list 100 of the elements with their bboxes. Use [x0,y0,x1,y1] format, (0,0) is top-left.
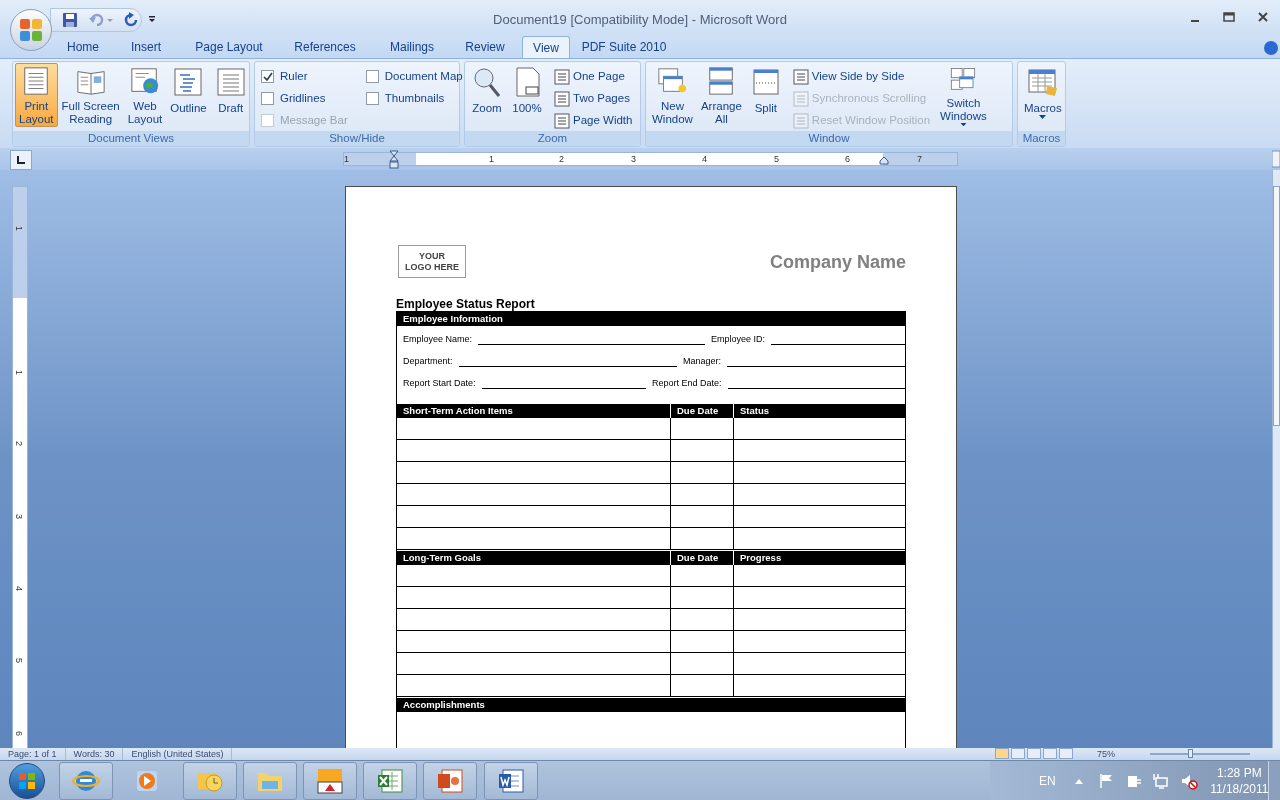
ribbon-button[interactable]: Macros [1020,63,1066,127]
column-header: Due Date [670,551,733,565]
company-name: Company Name [769,251,906,274]
page-icon [554,68,570,85]
checkmark-icon [262,71,273,82]
save-button[interactable] [61,11,79,29]
ruler-number: 5 [14,658,23,663]
help-icon[interactable] [1264,41,1278,55]
field-label: Report Start Date: [403,376,476,390]
ribbon-tab[interactable]: Home [58,36,108,58]
ribbon-tab[interactable]: References [282,36,368,58]
ruler-number: 6 [14,731,23,736]
page-icon [792,112,809,129]
muted-speaker-icon [1179,772,1198,790]
tab-stop-icon [16,155,26,165]
checkbox[interactable]: Thumbnails [365,89,463,108]
view-button[interactable] [1027,748,1041,759]
checkbox[interactable]: Document Map [365,67,463,86]
zoom-level: 75% [1097,748,1115,760]
taskbar-button[interactable] [363,762,417,800]
ribbon-tab[interactable]: Mailings [376,36,448,58]
redo-icon [124,12,140,28]
ruler-number: 1 [489,153,494,165]
taskbar-button[interactable] [423,762,477,800]
ruler-number: 4 [702,153,707,165]
column-header: Long-Term Goals [402,551,482,565]
vertical-scrollbar[interactable] [1272,170,1280,748]
ruler-number: 1 [344,153,349,165]
ribbon-button[interactable]: Draft [210,63,251,127]
view-button[interactable] [1011,748,1025,759]
view-button[interactable] [1059,748,1073,759]
group-label: Zoom [465,131,640,146]
close-icon [1258,12,1268,22]
view-button[interactable] [995,748,1009,759]
column-header: Status [733,404,905,418]
ribbon-tab[interactable]: PDF Suite 2010 [578,36,670,58]
ruler-number: 3 [631,153,636,165]
group-label: Window [646,131,1012,146]
minimize-icon [1191,20,1199,22]
ribbon-button[interactable]: Print Layout [15,63,58,127]
field-label: Employee ID: [711,332,766,346]
ribbon-button[interactable]: Web Layout [123,63,167,127]
scroll-split-icon [1272,149,1280,169]
show-desktop-button[interactable] [1268,761,1280,800]
ribbon-button[interactable]: Two Pages [554,89,633,108]
taskbar-button[interactable] [484,762,538,800]
ribbon-tab[interactable]: Insert [116,36,176,58]
ribbon-tab[interactable]: Page Layout [184,36,274,58]
ribbon-button[interactable]: One Page [554,67,633,86]
checkbox[interactable]: Ruler [261,67,348,86]
slider-thumb[interactable] [1188,749,1193,758]
ribbon-button[interactable]: Arrange All [696,63,746,127]
ruler-number: 1 [14,226,23,231]
checkbox[interactable]: Gridlines [261,89,348,108]
table-icon [1026,66,1059,98]
ruler-number: 2 [559,153,564,165]
page-icon [554,112,570,129]
page-icon [214,66,247,98]
undo-icon [88,12,114,28]
office-button[interactable] [10,9,52,51]
ribbon-button[interactable]: New Window [648,63,697,127]
ribbon-button[interactable]: 100% [507,63,547,127]
ribbon-button: Reset Window Position [792,111,931,130]
scroll-thumb[interactable] [1273,186,1280,426]
maximize-icon [1223,12,1235,22]
windows-flag-icon [18,772,36,790]
ribbon-button[interactable]: Page Width [554,111,633,130]
ribbon-button[interactable]: View Side by Side [792,67,931,86]
checkbox: Message Bar [261,111,348,130]
section-header: Accomplishments [397,698,905,712]
ribbon-button[interactable]: Zoom [467,63,507,127]
caret-icon [148,15,156,23]
ruler-number: 5 [774,153,779,165]
tab-selector-button[interactable] [10,150,32,170]
section-header: Employee Information [397,312,905,326]
field-label: Manager: [683,354,722,368]
view-button[interactable] [1043,748,1057,759]
ribbon-button[interactable]: Outline [166,63,211,127]
page-icon [792,68,809,85]
ruler-number: 1 [14,370,23,375]
presentation-icon [436,767,464,795]
network-icon [1152,772,1171,790]
ribbon-button[interactable]: Full Screen Reading [57,63,124,127]
column-header: Short-Term Action Items [402,404,514,418]
ribbon-button[interactable]: Split [745,63,786,127]
office-logo-icon [18,17,44,43]
magnifier-icon [471,66,503,98]
document-icon [497,767,525,795]
globe-page-icon [128,66,161,96]
taskbar-button[interactable] [303,762,357,800]
start-button[interactable] [9,763,45,799]
outline-list-icon [172,66,205,98]
save-icon [62,12,78,28]
ribbon-tab[interactable]: Review [456,36,514,58]
group-label: Show/Hide [255,131,459,146]
indent-marker-icon [879,157,889,165]
page-icon [792,90,809,107]
ribbon-button[interactable]: Switch Windows [936,63,991,127]
page-icon [554,90,570,107]
ribbon-tab[interactable]: View [522,36,570,58]
